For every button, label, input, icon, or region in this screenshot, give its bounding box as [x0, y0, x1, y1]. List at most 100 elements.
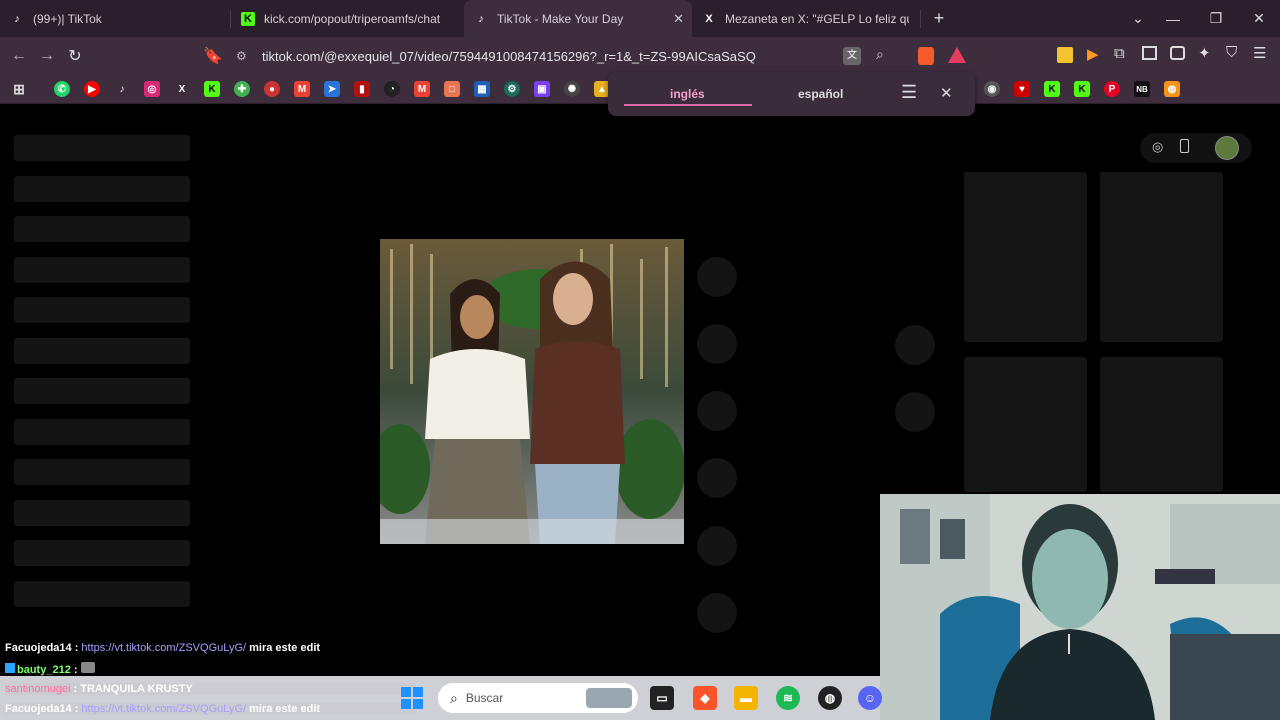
menu-icon[interactable]: ☰ [1253, 44, 1266, 62]
url-text[interactable]: tiktok.com/@exxequiel_07/video/759449100… [262, 49, 756, 64]
task-view-icon[interactable]: ▭ [650, 686, 674, 710]
gmail-icon-2[interactable]: M [414, 81, 430, 97]
tab-kick-chat[interactable]: K kick.com/popout/triperoamfs/chat [231, 0, 456, 37]
apps-grid-icon[interactable]: ⊞ [11, 81, 27, 97]
compass-icon[interactable]: ◎ [1152, 139, 1163, 155]
chat-message: bauty_212 : [5, 662, 95, 676]
search-placeholder: Buscar [465, 691, 504, 705]
brave-rewards-icon[interactable] [948, 47, 966, 63]
device-icon[interactable] [1180, 139, 1189, 153]
grid-app-icon[interactable]: ▦ [474, 81, 490, 97]
windows-start-icon[interactable] [401, 687, 423, 709]
file-explorer-icon[interactable]: ▬ [734, 686, 758, 710]
maximize-button[interactable]: ❐ [1196, 0, 1236, 37]
skeleton-item [14, 378, 190, 404]
webcam-overlay [880, 494, 1280, 720]
target-language-tab[interactable]: español [798, 87, 843, 101]
tab-title: Mezaneta en X: "#GELP Lo feliz que f [725, 11, 909, 26]
nb-icon[interactable]: NB [1134, 81, 1150, 97]
x-icon[interactable]: X [174, 81, 190, 97]
skeleton-item [14, 500, 190, 526]
tab-tiktok-video[interactable]: ♪ TikTok - Make Your Day ✕ [464, 0, 692, 37]
video-thumbnail[interactable] [380, 239, 684, 544]
skeleton-item [14, 257, 190, 283]
close-tab-icon[interactable]: ✕ [673, 11, 684, 27]
translate-options-icon[interactable]: ☰ [901, 82, 917, 103]
vpn-icon[interactable]: ⛉ [1226, 44, 1237, 61]
tab-strip: ♪ (99+)| TikTok K kick.com/popout/triper… [0, 0, 1280, 37]
chat-link[interactable]: https://vt.tiktok.com/ZSVQGuLyG/ [81, 703, 246, 715]
kick-icon-2[interactable]: K [1044, 81, 1060, 97]
brave-browser-icon[interactable]: ◆ [693, 686, 717, 710]
orange-app-icon[interactable]: ◍ [1164, 81, 1180, 97]
new-tab-button[interactable]: + [921, 8, 957, 29]
skeleton-item [14, 297, 190, 323]
ai-icon[interactable]: ⚙ [504, 81, 520, 97]
gmail-icon[interactable]: M [294, 81, 310, 97]
address-bar[interactable]: ⚙ tiktok.com/@exxequiel_07/video/7594491… [236, 42, 976, 70]
skeleton-card [1100, 357, 1223, 492]
close-window-button[interactable]: ✕ [1239, 0, 1279, 37]
skeleton-action-button [697, 391, 737, 431]
chat-link[interactable]: https://vt.tiktok.com/ZSVQGuLyG/ [81, 642, 246, 654]
spotify-icon[interactable]: ≋ [776, 686, 800, 710]
globe-icon[interactable]: ✚ [234, 81, 250, 97]
chat-message: Facuojeda14 : https://vt.tiktok.com/ZSVQ… [5, 703, 415, 715]
source-language-tab[interactable]: inglés [670, 87, 705, 101]
tiktok-icon: ♪ [478, 12, 484, 25]
tab-search-icon[interactable]: ⌄ [1118, 0, 1158, 37]
chat-username: Facuojeda14 [5, 642, 72, 654]
extensions-icon[interactable]: ⧉ [1114, 45, 1125, 62]
kick-icon[interactable]: K [204, 81, 220, 97]
pinterest-icon[interactable]: P [1104, 81, 1120, 97]
brave-shields-icon[interactable] [918, 47, 934, 65]
close-icon[interactable]: ✕ [940, 84, 953, 102]
tiktok-icon[interactable]: ♪ [114, 81, 130, 97]
x-icon: X [705, 12, 713, 25]
red-app-icon[interactable]: ♥ [1014, 81, 1030, 97]
avatar[interactable] [1215, 136, 1239, 160]
skeleton-action-button [697, 593, 737, 633]
stats-icon[interactable]: ▮ [354, 81, 370, 97]
chat-separator: : [70, 664, 81, 676]
youtube-icon[interactable]: ▶ [84, 81, 100, 97]
tab-tiktok-notifications[interactable]: ♪ (99+)| TikTok [0, 0, 230, 37]
tab-title: kick.com/popout/triperoamfs/chat [264, 11, 441, 26]
play-icon[interactable]: ▶ [1087, 45, 1099, 63]
translate-popup: inglés español ☰ ✕ [608, 72, 975, 116]
skeleton-action-button [697, 526, 737, 566]
discord-icon[interactable]: ☺ [858, 686, 882, 710]
skeleton-item [14, 135, 190, 161]
minimize-button[interactable]: — [1153, 0, 1193, 37]
tab-x-post[interactable]: X Mezaneta en X: "#GELP Lo feliz que f [692, 0, 920, 37]
skeleton-card [964, 172, 1087, 342]
skeleton-item [14, 338, 190, 364]
skeleton-avatar [895, 325, 935, 365]
github-icon[interactable]: ◔ [384, 81, 400, 97]
bookmark-app-icon[interactable]: □ [444, 81, 460, 97]
obs-icon[interactable]: ◍ [818, 686, 842, 710]
kick-icon-3[interactable]: K [1074, 81, 1090, 97]
translate-page-icon[interactable]: 文 [843, 47, 861, 65]
forward-icon[interactable]: → [33, 42, 61, 70]
record-icon[interactable]: ● [264, 81, 280, 97]
whatsapp-icon[interactable]: ✆ [54, 81, 70, 97]
skeleton-card [1100, 172, 1223, 342]
site-settings-icon[interactable]: ⚙ [236, 49, 262, 63]
telegram-icon[interactable]: ➤ [324, 81, 340, 97]
leo-ai-icon[interactable]: ✦ [1198, 44, 1211, 62]
instagram-icon[interactable]: ◎ [144, 81, 160, 97]
web-icon[interactable]: ◉ [984, 81, 1000, 97]
back-icon[interactable]: ← [5, 42, 33, 70]
wallet-icon[interactable] [1057, 47, 1073, 63]
chat-message: santinomugei : TRANQUILA KRUSTY [5, 683, 415, 695]
zoom-icon[interactable]: ⌕ [876, 46, 884, 63]
bookmark-icon[interactable]: 🔖 [199, 42, 227, 70]
page-controls: ◎ [1140, 133, 1252, 163]
openai-icon[interactable]: ✺ [564, 81, 580, 97]
reload-icon[interactable]: ↻ [61, 42, 89, 70]
sidebar-icon[interactable] [1142, 46, 1157, 60]
taskbar-search-input[interactable]: ⌕ Buscar [438, 683, 638, 713]
wallet-extension-icon[interactable] [1170, 46, 1185, 60]
twitch-icon[interactable]: ▣ [534, 81, 550, 97]
